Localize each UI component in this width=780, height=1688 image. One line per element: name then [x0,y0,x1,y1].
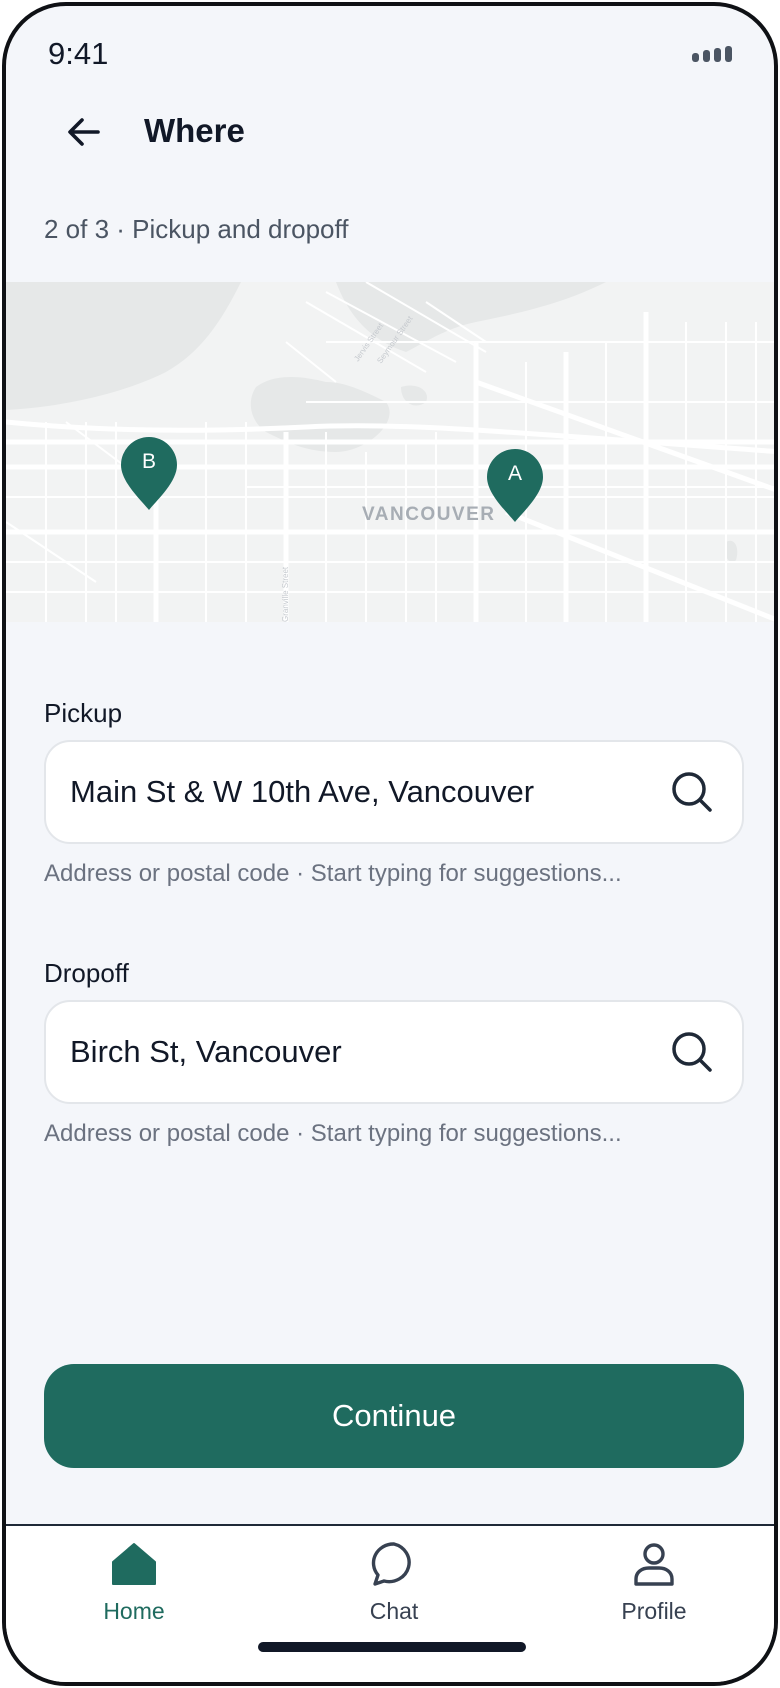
dropoff-search-button[interactable] [666,1026,718,1078]
map-pin-b[interactable]: B [120,436,178,510]
dropoff-field[interactable] [44,1000,744,1104]
pickup-search-button[interactable] [666,766,718,818]
nav-label-home: Home [103,1598,165,1624]
map-pin-label: B [141,450,156,473]
pickup-label: Pickup [44,698,123,728]
bottom-nav: Home Chat Profile [6,1524,774,1682]
search-icon [672,1032,712,1072]
dropoff-input[interactable] [70,1002,650,1102]
search-icon [672,772,712,812]
nav-item-chat[interactable]: Chat [294,1526,494,1636]
map-view[interactable]: Jervis Street Seymour Street Granville S… [6,282,774,622]
pickup-input[interactable] [70,742,650,842]
nav-label-chat: Chat [369,1598,419,1624]
map-pin-a[interactable]: A [486,448,544,522]
status-bar: 9:41 [6,6,774,106]
status-time: 9:41 [48,36,109,71]
home-indicator [258,1642,526,1652]
person-icon [634,1543,674,1586]
dropoff-label: Dropoff [44,958,129,988]
map-city-label: VANCOUVER [362,504,496,525]
page-title: Where [144,112,245,149]
nav-item-home[interactable]: Home [34,1526,234,1636]
svg-text:Granville Street: Granville Street [281,566,290,622]
dropoff-hint: Address or postal code · Start typing fo… [44,1120,622,1147]
home-icon [112,1543,156,1585]
back-button[interactable] [54,102,114,162]
continue-button[interactable]: Continue [44,1364,744,1468]
map-pin-label: A [507,462,522,485]
chat-bubble-icon [371,1542,411,1586]
nav-item-profile[interactable]: Profile [554,1526,754,1636]
step-indicator: 2 of 3 · Pickup and dropoff [44,214,349,244]
arrow-left-icon [68,118,100,146]
nav-label-profile: Profile [621,1598,687,1624]
phone-frame: 9:41 Where 2 of 3 · Pickup and dropoff J… [2,2,778,1686]
pickup-hint: Address or postal code · Start typing fo… [44,860,622,887]
signal-strength-icon [692,46,732,62]
header: Where [6,102,774,162]
pickup-field[interactable] [44,740,744,844]
